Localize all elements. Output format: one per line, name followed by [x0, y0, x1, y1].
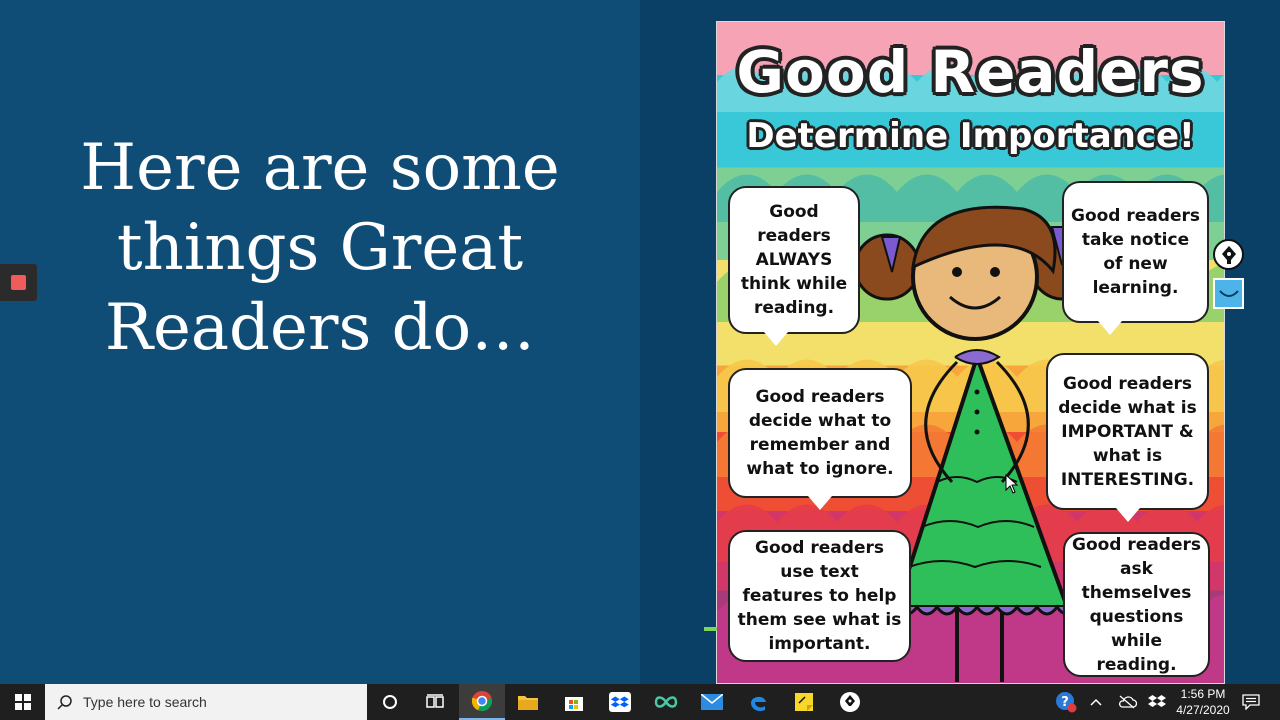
- bubble-line: IMPORTANT &: [1061, 421, 1194, 442]
- taskbar-search-input[interactable]: Type here to search: [45, 684, 367, 720]
- speech-bubble: Good readers take notice of new learning…: [1062, 181, 1209, 335]
- bubble-line: what to ignore.: [746, 459, 894, 479]
- green-dash-marker: [704, 627, 717, 631]
- bubble-line: Good readers: [1063, 373, 1192, 394]
- bubble-line: Good readers: [1071, 206, 1200, 226]
- stop-icon: [11, 275, 26, 290]
- chrome-icon: [471, 691, 493, 712]
- cortana-icon: [383, 695, 397, 709]
- bubble-line: ALWAYS: [755, 250, 833, 270]
- mouse-cursor-icon: [1005, 474, 1019, 494]
- clock-time: 1:56 PM: [1180, 687, 1226, 701]
- windows-start-icon: [14, 694, 31, 710]
- speech-bubble: Good readers ask themselves questions wh…: [1063, 532, 1210, 677]
- webcam-overlay-button[interactable]: [1213, 278, 1244, 309]
- taskbar-mail[interactable]: [689, 684, 735, 720]
- cloud-icon: [1119, 695, 1137, 709]
- infinity-icon: [654, 696, 678, 708]
- taskbar-dropbox[interactable]: [597, 684, 643, 720]
- bubble-line: Good readers: [755, 387, 885, 407]
- task-view-button[interactable]: [412, 684, 458, 720]
- tray-help[interactable]: ?: [1053, 684, 1079, 720]
- stop-recording-button[interactable]: [0, 264, 37, 301]
- taskbar-chrome[interactable]: [459, 684, 505, 720]
- cortana-button[interactable]: [367, 684, 413, 720]
- bubble-line: important.: [768, 634, 871, 654]
- taskbar-clock[interactable]: 1:56 PM 4/27/2020: [1172, 686, 1234, 718]
- pen-nib-icon: [1221, 245, 1236, 264]
- bubble-line: take notice: [1081, 230, 1190, 250]
- tray-dropbox[interactable]: [1144, 684, 1170, 720]
- bubble-line: what is: [1092, 445, 1163, 466]
- bubble-line: reading.: [753, 298, 835, 318]
- bubble-line: while reading.: [1096, 630, 1177, 675]
- bubble-line: questions: [1089, 606, 1184, 627]
- taskbar-file-explorer[interactable]: [505, 684, 551, 720]
- search-placeholder: Type here to search: [83, 694, 207, 710]
- bubble-line: remember and: [749, 435, 891, 455]
- speech-bubble: Good readers use text features to help t…: [728, 530, 911, 662]
- task-view-icon: [426, 694, 444, 708]
- help-icon: ?: [1056, 692, 1077, 713]
- slide-heading: Here are some things Great Readers do…: [40, 128, 600, 368]
- taskbar-infinity-app[interactable]: [643, 684, 689, 720]
- search-icon: [57, 695, 72, 710]
- windows-taskbar: Type here to search ? 1:56 PM 4/27/2020: [0, 684, 1280, 720]
- bubble-line: ask: [1120, 558, 1153, 579]
- slide-heading-line: things Great: [116, 211, 524, 285]
- webcam-icon: [1218, 289, 1239, 297]
- taskbar-sticky-notes[interactable]: [781, 684, 827, 720]
- bubble-line: of new: [1103, 254, 1168, 274]
- edge-icon: [751, 696, 766, 712]
- bubble-line: Good readers: [1072, 534, 1201, 555]
- bubble-line: decide what to: [748, 411, 892, 431]
- bubble-line: learning.: [1092, 278, 1179, 298]
- chevron-up-icon: [1090, 698, 1102, 706]
- tray-show-hidden[interactable]: [1086, 684, 1106, 720]
- taskbar-pen-app[interactable]: [827, 684, 873, 720]
- tray-onedrive[interactable]: [1114, 684, 1140, 720]
- clock-date: 4/27/2020: [1176, 703, 1230, 717]
- pen-tool-button[interactable]: [1213, 239, 1244, 270]
- tray-action-center[interactable]: [1236, 684, 1266, 720]
- poster-subtitle: Determine Importance!: [746, 116, 1195, 156]
- dropbox-tray-icon: [1148, 695, 1166, 707]
- notification-icon: [1242, 694, 1260, 710]
- microsoft-store-icon: [565, 697, 583, 711]
- file-explorer-icon: [518, 696, 538, 710]
- speech-bubble: Good readers ALWAYS think while reading.: [728, 186, 860, 346]
- slide-left-panel: Here are some things Great Readers do…: [0, 0, 640, 684]
- bubble-line: them see what is: [737, 610, 902, 630]
- bubble-line: Good readers: [754, 538, 884, 558]
- bubble-line: think while: [740, 274, 848, 294]
- bubble-line: decide what is: [1058, 397, 1197, 418]
- mail-icon: [701, 694, 723, 710]
- slide-heading-line: Here are some: [80, 131, 560, 205]
- bubble-line: Good: [769, 202, 819, 222]
- pen-app-icon: [840, 692, 860, 712]
- sticky-notes-icon: [795, 693, 813, 711]
- speech-bubble: Good readers decide what is IMPORTANT & …: [1046, 353, 1209, 522]
- speech-bubble: Good readers decide what to remember and…: [728, 368, 912, 510]
- good-readers-poster: Good Readers Determine Importance! Good …: [716, 21, 1225, 684]
- start-button[interactable]: [0, 684, 45, 720]
- dropbox-icon: [609, 692, 631, 712]
- bubble-line: themselves: [1081, 582, 1192, 603]
- taskbar-microsoft-store[interactable]: [551, 684, 597, 720]
- bubble-line: readers: [757, 226, 831, 246]
- poster-title: Good Readers: [736, 38, 1205, 106]
- slide-heading-line: Readers do…: [104, 291, 536, 365]
- taskbar-edge[interactable]: [735, 684, 781, 720]
- bubble-line: use text: [780, 562, 859, 582]
- bubble-line: INTERESTING.: [1060, 469, 1195, 490]
- bubble-line: features to help: [742, 586, 897, 606]
